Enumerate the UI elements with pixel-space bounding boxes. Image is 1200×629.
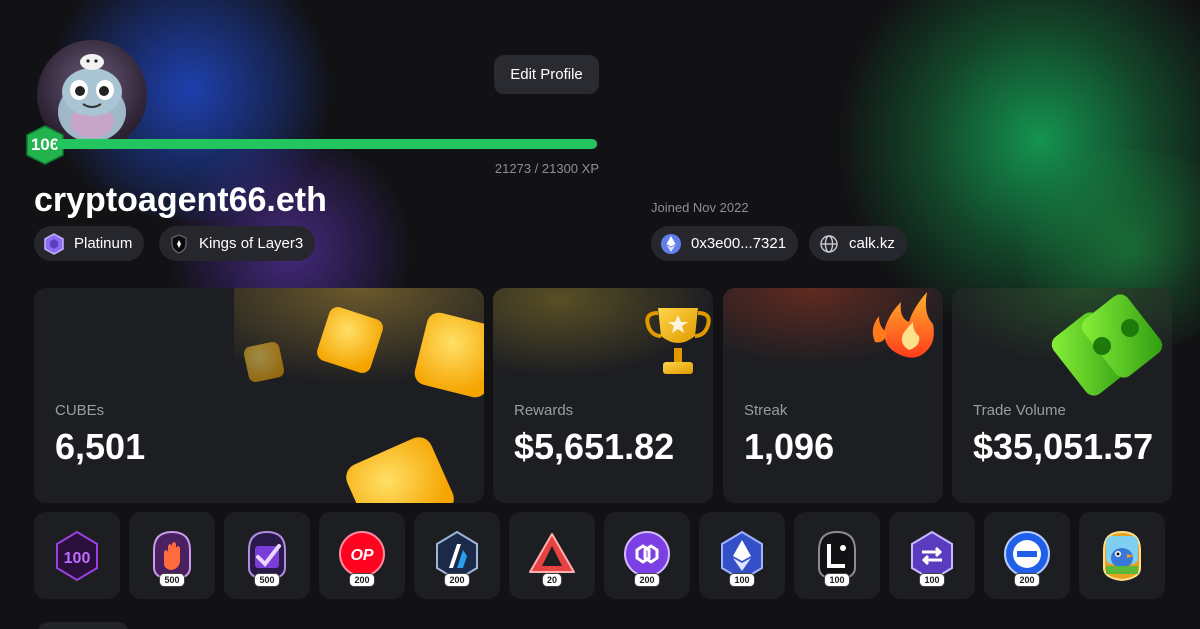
cubes-icon (234, 288, 484, 503)
badge-tile[interactable]: OP 200 (319, 512, 405, 599)
money-icon (952, 288, 1172, 398)
xp-progress-bar (56, 139, 598, 149)
badge-count: 500 (254, 573, 280, 587)
badge-tile[interactable]: 100 (34, 512, 120, 599)
stat-label: Rewards (514, 402, 574, 419)
badge-tile[interactable]: 200 (984, 512, 1070, 599)
badge-tile[interactable]: 500 (224, 512, 310, 599)
wallet-address-link[interactable]: 0x3e00...7321 (651, 226, 799, 261)
tag-label: Platinum (74, 235, 133, 252)
stat-card-cubes[interactable]: CUBEs 6,501 (34, 288, 484, 503)
badge-bird-icon (1103, 530, 1141, 581)
badge-tile[interactable]: 20 (509, 512, 595, 599)
wallet-address: 0x3e00...7321 (691, 235, 787, 252)
stat-value: $35,051.57 (973, 426, 1154, 467)
ethereum-icon (659, 232, 683, 256)
flame-icon (723, 288, 943, 398)
platinum-hexagon-icon (42, 232, 66, 256)
badge-count: 200 (634, 573, 660, 587)
tag-platinum[interactable]: Platinum (34, 226, 145, 261)
stat-label: CUBEs (55, 402, 105, 419)
badge-count: 500 (159, 573, 185, 587)
stat-value: 1,096 (744, 426, 835, 467)
badge-count: 100 (824, 573, 850, 587)
badge-100-icon: 100 (56, 530, 98, 581)
badge-count: 200 (1014, 573, 1040, 587)
badge-tile[interactable]: 200 (414, 512, 500, 599)
shield-icon (167, 232, 191, 256)
username: cryptoagent66.eth (34, 181, 327, 219)
globe-icon (817, 232, 841, 256)
badge-count: 100 (919, 573, 945, 587)
stat-card-streak[interactable]: Streak 1,096 (723, 288, 943, 503)
stat-card-rewards[interactable]: Rewards $5,651.82 (493, 288, 713, 503)
badge-tile[interactable] (1079, 512, 1165, 599)
stat-value: $5,651.82 (514, 426, 675, 467)
edit-profile-button[interactable]: Edit Profile (494, 55, 599, 94)
badge-count: 200 (444, 573, 470, 587)
trophy-icon (493, 288, 713, 398)
website-label: calk.kz (849, 235, 895, 252)
stat-value: 6,501 (55, 426, 146, 467)
tag-label: Kings of Layer3 (199, 235, 304, 252)
badge-tile[interactable]: 100 (794, 512, 880, 599)
joined-date: Joined Nov 2022 (651, 200, 749, 215)
stat-label: Streak (744, 402, 788, 419)
badge-op-text: OP (350, 547, 373, 564)
badge-tile[interactable]: 200 (604, 512, 690, 599)
badge-tile[interactable]: 100 (699, 512, 785, 599)
svg-text:100: 100 (64, 550, 91, 567)
badge-count: 20 (541, 573, 562, 587)
tag-kings-of-layer3[interactable]: Kings of Layer3 (159, 226, 316, 261)
section-tab[interactable] (38, 622, 128, 629)
stat-label: Trade Volume (973, 402, 1066, 419)
badge-tile[interactable]: 100 (889, 512, 975, 599)
website-link[interactable]: calk.kz (809, 226, 907, 261)
badge-tile[interactable]: 500 (129, 512, 215, 599)
stat-card-trade-volume[interactable]: Trade Volume $35,051.57 (952, 288, 1172, 503)
badge-count: 100 (729, 573, 755, 587)
badge-count: 200 (349, 573, 375, 587)
xp-text: 21273 / 21300 XP (494, 161, 599, 176)
xp-progress-fill (56, 139, 598, 149)
